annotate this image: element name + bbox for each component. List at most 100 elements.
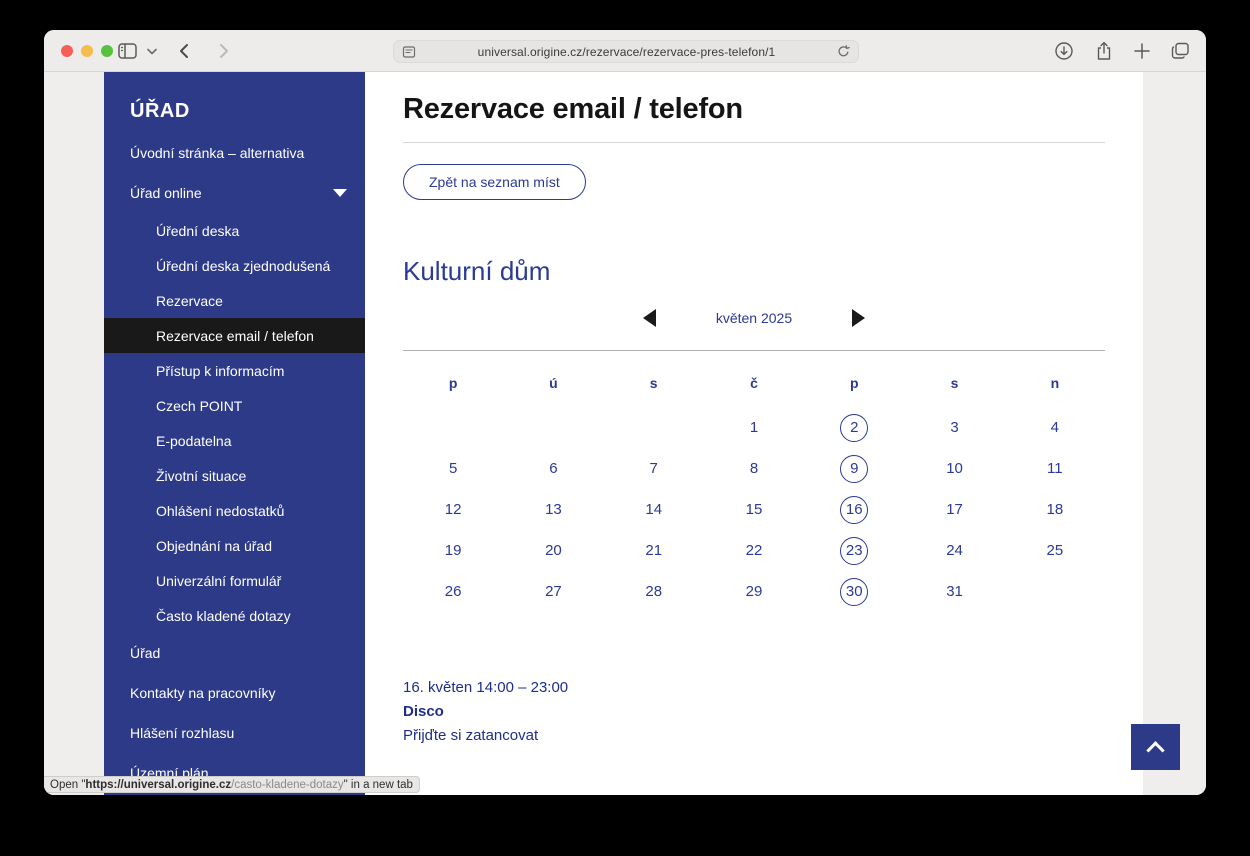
sidebar-item[interactable]: Hlášení rozhlasu — [104, 713, 365, 753]
reload-icon[interactable] — [837, 45, 850, 58]
sidebar-item[interactable]: Rezervace — [104, 283, 365, 318]
calendar-week-row: 5678 9 1011 — [403, 448, 1105, 489]
calendar-day-cell[interactable]: 27 — [503, 571, 603, 612]
share-icon[interactable] — [1095, 41, 1113, 61]
calendar-day-cell[interactable]: 23 — [804, 530, 904, 571]
calendar-day-cell[interactable]: 4 — [1005, 407, 1105, 448]
sidebar-item-label: Rezervace — [156, 293, 223, 309]
calendar-day-cell[interactable]: 21 — [604, 530, 704, 571]
event-datetime: 16. květen 14:00 – 23:00 — [403, 676, 1105, 700]
calendar-week-row: 12131415 16 1718 — [403, 489, 1105, 530]
tab-overview-icon[interactable] — [1171, 42, 1190, 60]
sidebar-item[interactable]: Životní situace — [104, 458, 365, 493]
calendar-day-cell[interactable]: 16 — [804, 489, 904, 530]
sidebar-chevron-down-icon[interactable] — [147, 48, 157, 55]
sidebar-item-label: Úřední deska — [156, 223, 239, 239]
calendar-empty-cell — [403, 407, 503, 448]
calendar-day-cell[interactable]: 26 — [403, 571, 503, 612]
calendar-day-cell[interactable]: 17 — [904, 489, 1004, 530]
calendar-day-cell[interactable]: 2 — [804, 407, 904, 448]
calendar-day-cell[interactable]: 29 — [704, 571, 804, 612]
page-settings-icon[interactable] — [402, 45, 416, 59]
sidebar-toggle-icon[interactable] — [118, 43, 137, 59]
calendar-day-cell[interactable]: 19 — [403, 530, 503, 571]
sidebar-item[interactable]: Objednání na úřad — [104, 528, 365, 563]
calendar-day-header: s — [604, 359, 704, 407]
calendar-day-header: p — [403, 359, 503, 407]
chevron-down-icon — [333, 189, 347, 197]
calendar-day-cell[interactable]: 7 — [604, 448, 704, 489]
sidebar-item[interactable]: Czech POINT — [104, 388, 365, 423]
url-bar[interactable]: universal.origine.cz/rezervace/rezervace… — [393, 40, 859, 63]
calendar-day-cell[interactable]: 25 — [1005, 530, 1105, 571]
calendar-day-cell[interactable]: 12 — [403, 489, 503, 530]
calendar-table: púsčpsn123456789101112131415161718192021… — [403, 359, 1105, 612]
status-suffix: " in a new tab — [344, 779, 413, 791]
calendar-day-cell[interactable]: 20 — [503, 530, 603, 571]
calendar-day-cell[interactable]: 18 — [1005, 489, 1105, 530]
sidebar-title: ÚŘAD — [104, 92, 365, 133]
calendar-day-circled[interactable]: 23 — [840, 537, 868, 565]
sidebar-item-label: Objednání na úřad — [156, 538, 272, 554]
status-bar: Open "https://universal.origine.cz/casto… — [44, 776, 420, 793]
browser-toolbar: universal.origine.cz/rezervace/rezervace… — [44, 30, 1206, 72]
sidebar-item[interactable]: Úřední deska zjednodušená — [104, 248, 365, 283]
calendar-day-header: p — [804, 359, 904, 407]
sidebar-item[interactable]: Ohlášení nedostatků — [104, 493, 365, 528]
calendar-day-cell[interactable]: 22 — [704, 530, 804, 571]
calendar-day-cell[interactable]: 3 — [904, 407, 1004, 448]
calendar-day-cell[interactable]: 1 — [704, 407, 804, 448]
sidebar-item-label: Úřad — [130, 645, 160, 661]
calendar-day-circled[interactable]: 9 — [840, 455, 868, 483]
calendar-day-cell[interactable]: 30 — [804, 571, 904, 612]
sidebar-item-label: Czech POINT — [156, 398, 242, 414]
calendar-day-cell[interactable]: 24 — [904, 530, 1004, 571]
event-description[interactable]: Přijďte si zatancovat — [403, 724, 1105, 748]
status-domain: https://universal.origine.cz — [85, 779, 231, 791]
sidebar-item-label: Rezervace email / telefon — [156, 328, 314, 344]
calendar-week-row: 1 2 34 — [403, 407, 1105, 448]
sidebar-item[interactable]: Úřední deska — [104, 213, 365, 248]
downloads-icon[interactable] — [1054, 41, 1074, 61]
sidebar-item[interactable]: Kontakty na pracovníky — [104, 673, 365, 713]
sidebar-item[interactable]: E-podatelna — [104, 423, 365, 458]
calendar-day-cell[interactable]: 9 — [804, 448, 904, 489]
calendar-day-cell[interactable]: 31 — [904, 571, 1004, 612]
calendar-day-header: č — [704, 359, 804, 407]
close-button[interactable] — [61, 45, 73, 57]
new-tab-icon[interactable] — [1134, 43, 1150, 59]
minimize-button[interactable] — [81, 45, 93, 57]
calendar-day-header: s — [904, 359, 1004, 407]
forward-button[interactable] — [213, 41, 233, 61]
scroll-to-top-button[interactable] — [1131, 724, 1180, 770]
sidebar-item[interactable]: Úvodní stránka – alternativa — [104, 133, 365, 173]
calendar-day-cell[interactable]: 13 — [503, 489, 603, 530]
previous-month-icon[interactable] — [643, 309, 656, 327]
next-month-icon[interactable] — [852, 309, 865, 327]
calendar-day-circled[interactable]: 2 — [840, 414, 868, 442]
sidebar-item[interactable]: Rezervace email / telefon — [104, 318, 365, 353]
sidebar-item[interactable]: Úřad online — [104, 173, 365, 213]
zoom-button[interactable] — [101, 45, 113, 57]
back-to-list-button[interactable]: Zpět na seznam míst — [403, 164, 586, 200]
sidebar-item-label: Univerzální formulář — [156, 573, 281, 589]
calendar-day-cell[interactable]: 15 — [704, 489, 804, 530]
calendar-day-cell[interactable]: 14 — [604, 489, 704, 530]
sidebar-item-label: Přístup k informacím — [156, 363, 284, 379]
sidebar-item-label: Úvodní stránka – alternativa — [130, 145, 304, 161]
calendar-day-cell[interactable]: 6 — [503, 448, 603, 489]
calendar-day-circled[interactable]: 16 — [840, 496, 868, 524]
calendar-day-cell[interactable]: 11 — [1005, 448, 1105, 489]
calendar-day-cell[interactable]: 8 — [704, 448, 804, 489]
calendar-day-cell[interactable]: 10 — [904, 448, 1004, 489]
sidebar-item[interactable]: Často kladené dotazy — [104, 598, 365, 633]
calendar-day-circled[interactable]: 30 — [840, 578, 868, 606]
calendar-day-cell[interactable]: 5 — [403, 448, 503, 489]
calendar-day-cell[interactable]: 28 — [604, 571, 704, 612]
sidebar-item[interactable]: Univerzální formulář — [104, 563, 365, 598]
sidebar-item[interactable]: Úřad — [104, 633, 365, 673]
sidebar-item[interactable]: Přístup k informacím — [104, 353, 365, 388]
back-button[interactable] — [175, 41, 195, 61]
main-content: Rezervace email / telefon Zpět na seznam… — [365, 72, 1143, 795]
sidebar-item-label: Životní situace — [156, 468, 246, 484]
